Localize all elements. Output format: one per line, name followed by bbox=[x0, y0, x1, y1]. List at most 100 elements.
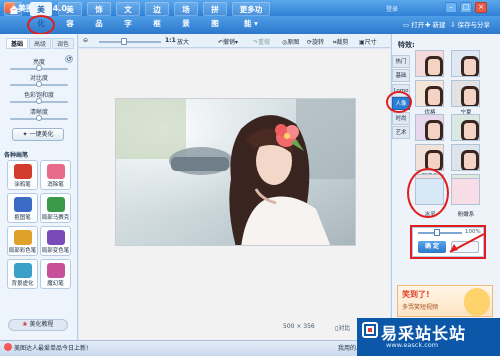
graffiti-brush-icon bbox=[13, 164, 32, 179]
brightness-slider[interactable] bbox=[10, 65, 68, 71]
brush-graffiti[interactable]: 涂鸦笔 bbox=[7, 160, 38, 190]
effect-preview-face bbox=[461, 86, 479, 106]
tutorial-label: 美化教程 bbox=[29, 321, 54, 328]
home-icon bbox=[9, 5, 19, 14]
brush-label: 局部变色笔 bbox=[41, 248, 70, 254]
watermark-logo bbox=[362, 322, 378, 338]
effect-preview-face bbox=[461, 56, 479, 76]
tab-more-functions[interactable]: 更多功能 ▾ bbox=[232, 2, 270, 28]
zoom-slider[interactable] bbox=[99, 41, 161, 43]
local-recolor-brush-icon bbox=[46, 230, 65, 245]
brush-label: 背景虚化 bbox=[11, 281, 34, 287]
home-tab[interactable] bbox=[4, 2, 22, 16]
tab-accessories[interactable]: 饰品 bbox=[87, 2, 111, 28]
close-button[interactable]: × bbox=[475, 2, 487, 13]
login-link[interactable]: 登录 bbox=[386, 4, 398, 13]
rotate-label: 旋转 bbox=[312, 39, 325, 46]
crop-label: 裁剪 bbox=[336, 39, 349, 46]
tab-scene[interactable]: 场景 bbox=[174, 2, 198, 28]
compare-button[interactable]: ▯对比 bbox=[335, 323, 350, 332]
brush-label: 消除笔 bbox=[47, 182, 64, 188]
open-label: 打开 bbox=[411, 21, 425, 29]
subtab-basic[interactable]: 基础 bbox=[6, 38, 28, 49]
rotate-button[interactable]: ⟳旋转 bbox=[307, 37, 324, 46]
new-button[interactable]: ✚ 新建 bbox=[425, 19, 446, 31]
advertisement-banner[interactable]: 笑到了! 多骂笑短视频 bbox=[397, 285, 493, 317]
save-share-button[interactable]: ⇩ 保存与分享 bbox=[450, 19, 490, 31]
effect-thumbnail[interactable] bbox=[451, 50, 480, 77]
brush-eraser[interactable]: 消除笔 bbox=[40, 160, 71, 190]
effect-category-art[interactable]: 艺术 bbox=[392, 126, 410, 139]
status-icon bbox=[4, 343, 12, 351]
maximize-button[interactable]: □ bbox=[460, 2, 472, 13]
open-button[interactable]: ▭ 打开 bbox=[403, 19, 424, 31]
one-click-beautify-button[interactable]: ✦ 一键美化 bbox=[12, 128, 64, 141]
background-blur-icon bbox=[13, 263, 32, 278]
brush-label: 抠图笔 bbox=[14, 215, 31, 221]
resize-button[interactable]: ▣尺寸 bbox=[359, 37, 377, 46]
effect-preview-face bbox=[425, 56, 443, 76]
saturation-slider[interactable] bbox=[10, 98, 68, 104]
brush-background-blur[interactable]: 背景虚化 bbox=[7, 259, 38, 289]
tab-border[interactable]: 边框 bbox=[145, 2, 169, 28]
subtab-color[interactable]: 调色 bbox=[52, 38, 74, 49]
zoom-out-icon[interactable]: ⊖ bbox=[83, 37, 88, 44]
effect-thumbnail[interactable] bbox=[415, 80, 444, 107]
brush-local-recolor[interactable]: 局部变色笔 bbox=[40, 226, 71, 256]
effect-thumbnail[interactable] bbox=[451, 80, 480, 107]
saturation-knob[interactable] bbox=[36, 98, 42, 104]
effect-thumbnail[interactable] bbox=[451, 178, 480, 205]
effect-thumbnail[interactable] bbox=[415, 50, 444, 77]
brightness-knob[interactable] bbox=[36, 65, 42, 71]
original-button[interactable]: ◎原图 bbox=[282, 37, 299, 46]
portrait-photo bbox=[116, 99, 355, 245]
one-click-label: 一键美化 bbox=[29, 131, 54, 138]
minimize-button[interactable]: – bbox=[445, 2, 457, 13]
effect-thumbnail[interactable] bbox=[451, 114, 480, 141]
brush-label: 局部彩色笔 bbox=[8, 248, 37, 254]
subtab-advanced[interactable]: 高级 bbox=[29, 38, 51, 49]
effect-preview-face bbox=[425, 86, 443, 106]
image-dimensions: 500 × 356 bbox=[283, 323, 315, 330]
edited-photo[interactable] bbox=[115, 98, 356, 246]
effect-preview-face bbox=[461, 120, 479, 140]
contrast-knob[interactable] bbox=[36, 81, 42, 87]
tab-collage[interactable]: 拼图 bbox=[203, 2, 227, 28]
mosaic-brush-icon bbox=[46, 197, 65, 212]
brush-label: 涂鸦笔 bbox=[14, 182, 31, 188]
effect-category-basic[interactable]: 基础 bbox=[392, 69, 410, 82]
effect-thumbnail[interactable] bbox=[415, 144, 444, 171]
tab-makeup[interactable]: 美容 bbox=[58, 2, 82, 28]
sharpness-knob[interactable] bbox=[36, 115, 42, 121]
annotation-ring-beautify bbox=[27, 15, 55, 35]
watermark-logo-icon bbox=[364, 324, 376, 336]
effect-category-fashion[interactable]: 时尚 bbox=[392, 112, 410, 125]
effects-title-label: 特效 bbox=[398, 41, 412, 49]
effect-thumbnail[interactable] bbox=[451, 144, 480, 171]
original-label: 原图 bbox=[287, 39, 300, 46]
zoom-knob[interactable] bbox=[121, 38, 127, 45]
zoom-in-button[interactable]: 放大 bbox=[177, 37, 189, 46]
annotation-arrow bbox=[449, 233, 485, 253]
image-height: 356 bbox=[303, 323, 315, 330]
status-message[interactable]: 美图达人最爱单品今日上新! bbox=[14, 343, 88, 352]
tab-beautify[interactable]: 美化 bbox=[30, 2, 52, 28]
effect-label: 粉嫩系 bbox=[457, 212, 475, 218]
effect-thumbnail[interactable] bbox=[415, 114, 444, 141]
ad-subline: 多骂笑短视频 bbox=[402, 304, 439, 311]
brush-cutout[interactable]: 抠图笔 bbox=[7, 193, 38, 223]
beautify-tutorial-button[interactable]: ❀ 美化教程 bbox=[8, 319, 68, 331]
undo-button[interactable]: ↶撤销▾ bbox=[218, 37, 238, 46]
tab-text[interactable]: 文字 bbox=[116, 2, 140, 28]
brush-local-color[interactable]: 局部彩色笔 bbox=[7, 226, 38, 256]
local-color-brush-icon bbox=[13, 230, 32, 245]
brush-magic[interactable]: 魔幻笔 bbox=[40, 259, 71, 289]
redo-button[interactable]: ↷重做 bbox=[253, 37, 270, 46]
crop-button[interactable]: ⌗裁剪 bbox=[333, 37, 348, 47]
effect-category-hot[interactable]: 热门 bbox=[392, 55, 410, 68]
brush-mosaic[interactable]: 局部马赛克 bbox=[40, 193, 71, 223]
watermark-url: www.easck.com bbox=[386, 341, 439, 349]
sharpness-slider[interactable] bbox=[10, 115, 68, 121]
zoom-ratio[interactable]: 1:1 bbox=[165, 37, 176, 44]
contrast-slider[interactable] bbox=[10, 81, 68, 87]
